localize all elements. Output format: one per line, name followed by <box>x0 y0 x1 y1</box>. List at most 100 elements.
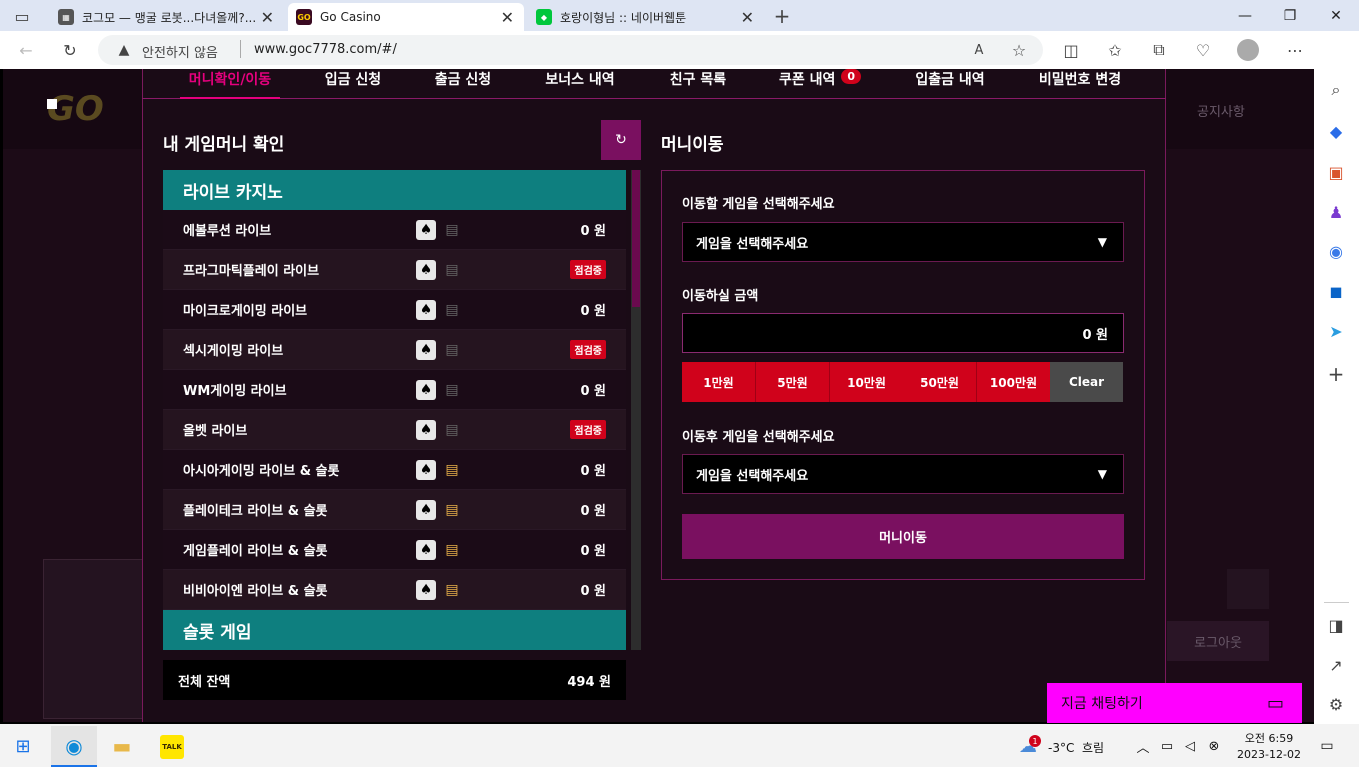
close-icon[interactable]: ✕ <box>501 8 514 27</box>
transfer-submit-button[interactable]: 머니이동 <box>682 514 1124 559</box>
kakaotalk-icon[interactable]: TALK <box>160 735 184 759</box>
clock-time[interactable]: 오전 6:59 <box>1234 730 1304 746</box>
button-label: 5만원 <box>777 375 808 390</box>
tab-actions-icon[interactable]: ▭ <box>10 6 34 26</box>
slot-icon: ▤ <box>445 421 459 438</box>
restore-icon[interactable]: ❐ <box>1267 0 1313 31</box>
external-link-icon[interactable]: ↗ <box>1326 655 1346 675</box>
spade-icon: ♠ <box>416 539 436 560</box>
maintenance-badge: 점검중 <box>570 260 606 279</box>
url-text[interactable]: www.goc7778.com/#/ <box>254 42 397 57</box>
games-icon[interactable]: ♟ <box>1326 202 1346 222</box>
close-icon[interactable]: ✕ <box>741 8 754 27</box>
notice-link[interactable]: 공지사항 <box>1197 101 1245 120</box>
search-icon[interactable]: ⌕ <box>1326 80 1346 100</box>
windows-start-icon[interactable]: ⊞ <box>12 735 34 757</box>
slot-games-header: 슬롯 게임 <box>163 610 626 650</box>
more-menu-icon[interactable]: ⋯ <box>1284 40 1306 60</box>
spade-icon: ♠ <box>416 379 436 400</box>
refresh-balance-icon[interactable]: ↻ <box>601 120 641 160</box>
edge-icon: ◉ <box>65 734 83 758</box>
back-icon[interactable]: ← <box>14 39 38 61</box>
tray-chevron-icon[interactable]: ︿ <box>1135 737 1151 756</box>
from-game-select[interactable]: 게임을 선택해주세요 ▼ <box>682 222 1124 262</box>
favorite-star-icon[interactable]: ☆ <box>1008 40 1030 60</box>
amount-100k-button[interactable]: 10만원 <box>830 362 904 402</box>
minimize-icon[interactable]: — <box>1222 0 1268 31</box>
amount-input[interactable]: 0 원 <box>682 313 1124 353</box>
office-icon[interactable]: ◉ <box>1326 241 1346 261</box>
amount-1m-button[interactable]: 100만원 <box>977 362 1051 402</box>
live-casino-header: 라이브 카지노 <box>163 170 626 210</box>
game-balance: 0 원 <box>580 464 606 479</box>
network-icon[interactable]: ▭ <box>1158 737 1176 755</box>
tab-bonus[interactable]: 보너스 내역 <box>530 69 630 99</box>
notification-icon[interactable]: ▭ <box>1316 736 1338 756</box>
security-label[interactable]: 안전하지 않음 <box>142 42 218 61</box>
game-money-title: 내 게임머니 확인 <box>163 135 285 155</box>
outlook-icon[interactable]: ◼ <box>1326 281 1346 301</box>
modal-tab-bar <box>142 69 1166 99</box>
tab-favicon-icon: ▦ <box>58 9 74 25</box>
tab-deposit[interactable]: 입금 신청 <box>310 69 396 99</box>
clock-date[interactable]: 2023-12-02 <box>1230 748 1308 761</box>
amount-50k-button[interactable]: 5만원 <box>756 362 830 402</box>
button-label: 머니이동 <box>879 531 927 546</box>
tray-close-icon[interactable]: ⊗ <box>1205 737 1223 755</box>
folder-icon[interactable]: ▬ <box>110 734 134 758</box>
profile-avatar[interactable] <box>1237 39 1259 61</box>
game-balance: 0 원 <box>580 584 606 599</box>
tab-withdraw[interactable]: 출금 신청 <box>420 69 506 99</box>
clear-button[interactable]: Clear <box>1050 362 1123 402</box>
maintenance-badge: 점검중 <box>570 340 606 359</box>
scrollbar-thumb[interactable] <box>632 170 640 307</box>
sidebar-toggle-icon[interactable]: ◨ <box>1326 615 1346 635</box>
window-close-icon[interactable]: ✕ <box>1313 0 1359 31</box>
new-tab-icon[interactable]: + <box>770 4 794 28</box>
split-screen-icon[interactable]: ◫ <box>1060 40 1082 60</box>
total-value: 494 원 <box>567 674 611 690</box>
game-row: 아시아게이밍 라이브 & 슬롯 ♠ ▤ 0 원 <box>163 450 626 490</box>
collections-icon[interactable]: ⧉ <box>1148 40 1170 60</box>
add-icon[interactable]: + <box>1326 362 1346 386</box>
settings-gear-icon[interactable]: ⚙ <box>1326 694 1346 714</box>
chat-now-button[interactable]: 지금 채팅하기 ▭ <box>1047 683 1302 723</box>
background-panel <box>43 559 143 719</box>
tools-icon[interactable]: ▣ <box>1326 162 1346 182</box>
volume-icon[interactable]: ◁ <box>1181 737 1199 755</box>
tab-title: Go Casino <box>320 10 381 24</box>
game-name: 플레이테크 라이브 & 슬롯 <box>183 504 328 519</box>
tab-1[interactable]: ▦ 코그모 — 맹굴 로봇...다녀올께?... ✕ <box>50 3 284 31</box>
game-row: 프라그마틱플레이 라이브 ♠ ▤ 점검중 <box>163 250 626 290</box>
warning-icon[interactable]: ▲ <box>114 40 134 60</box>
tab-3[interactable]: ◆ 호랑이형님 :: 네이버웹툰 ✕ <box>528 3 764 31</box>
close-icon[interactable]: ✕ <box>261 8 274 27</box>
tab-friends[interactable]: 친구 목록 <box>655 69 741 99</box>
tab-coupons[interactable]: 쿠폰 내역 0 <box>770 69 870 99</box>
dropdown-arrow-icon: ▼ <box>1097 467 1107 481</box>
refresh-icon[interactable]: ↻ <box>58 39 82 61</box>
menu-icon[interactable] <box>47 99 57 109</box>
button-label: 100만원 <box>989 375 1038 390</box>
telegram-icon[interactable]: ➤ <box>1326 321 1346 341</box>
shopping-tag-icon[interactable]: ◆ <box>1326 121 1346 141</box>
tab-password[interactable]: 비밀번호 변경 <box>1025 69 1135 99</box>
tab-2[interactable]: GO Go Casino ✕ <box>288 3 524 31</box>
read-aloud-icon[interactable]: A <box>968 40 990 60</box>
tab-favicon-icon: ◆ <box>536 9 552 25</box>
tab-label: 입출금 내역 <box>915 72 985 88</box>
tab-money-check[interactable]: 머니확인/이동 <box>180 69 280 99</box>
amount-10k-button[interactable]: 1만원 <box>682 362 756 402</box>
tab-transactions[interactable]: 입출금 내역 <box>900 69 1000 99</box>
spade-icon: ♠ <box>416 219 436 240</box>
game-row: 마이크로게이밍 라이브 ♠ ▤ 0 원 <box>163 290 626 330</box>
game-balance: 0 원 <box>580 544 606 559</box>
heart-icon[interactable]: ♡ <box>1192 40 1214 60</box>
select-value: 게임을 선택해주세요 <box>696 468 809 484</box>
tab-title: 호랑이형님 :: 네이버웹툰 <box>560 10 687 25</box>
to-game-select[interactable]: 게임을 선택해주세요 ▼ <box>682 454 1124 494</box>
amount-500k-button[interactable]: 50만원 <box>903 362 977 402</box>
favorites-icon[interactable]: ✩ <box>1104 40 1126 60</box>
tab-label: 쿠폰 내역 <box>778 72 836 88</box>
weather-text[interactable]: -3°C 흐림 <box>1048 739 1104 756</box>
